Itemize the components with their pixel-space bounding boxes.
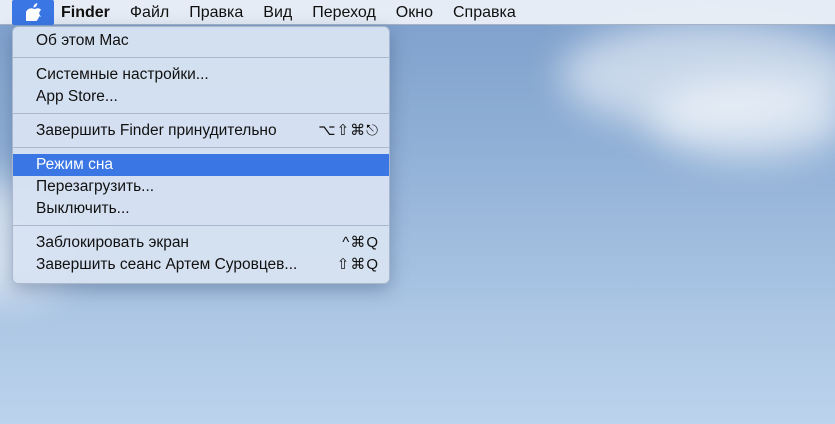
apple-logo-icon	[25, 3, 41, 21]
menu-item-label: Режим сна	[36, 156, 114, 173]
menu-item-force-quit[interactable]: Завершить Finder принудительно ⌥⇧⌘⎋	[13, 120, 389, 142]
menu-item-about-mac[interactable]: Об этом Mac	[13, 30, 389, 52]
menu-item-shortcut: ⌥⇧⌘⎋	[318, 122, 379, 139]
menu-separator	[13, 57, 389, 58]
menu-item-shortcut: ⇧⌘Q	[336, 256, 379, 273]
menu-item-restart[interactable]: Перезагрузить...	[13, 176, 389, 198]
menu-item-sleep[interactable]: Режим сна	[13, 154, 389, 176]
menubar-item-view[interactable]: Вид	[253, 0, 302, 25]
menu-item-shortcut: ^⌘Q	[342, 234, 379, 251]
menubar-item-edit[interactable]: Правка	[179, 0, 253, 25]
menu-bar: Finder Файл Правка Вид Переход Окно Спра…	[0, 0, 835, 25]
menubar-item-file[interactable]: Файл	[120, 0, 179, 25]
menu-item-label: Об этом Mac	[36, 32, 129, 49]
menu-item-log-out[interactable]: Завершить сеанс Артем Суровцев... ⇧⌘Q	[13, 254, 389, 276]
menu-item-label: Заблокировать экран	[36, 234, 189, 251]
cloud	[650, 80, 835, 160]
menu-item-label: Завершить Finder принудительно	[36, 122, 277, 139]
menu-item-system-preferences[interactable]: Системные настройки...	[13, 64, 389, 86]
menubar-app-finder[interactable]: Finder	[54, 0, 120, 25]
menu-separator	[13, 113, 389, 114]
apple-menu-dropdown: Об этом Mac Системные настройки... App S…	[12, 26, 390, 284]
menu-item-app-store[interactable]: App Store...	[13, 86, 389, 108]
menu-item-shut-down[interactable]: Выключить...	[13, 198, 389, 220]
menu-item-label: Завершить сеанс Артем Суровцев...	[36, 256, 298, 273]
menu-item-label: App Store...	[36, 88, 118, 105]
menu-item-lock-screen[interactable]: Заблокировать экран ^⌘Q	[13, 232, 389, 254]
menubar-item-window[interactable]: Окно	[386, 0, 443, 25]
menu-separator	[13, 147, 389, 148]
menu-item-label: Системные настройки...	[36, 66, 209, 83]
menubar-item-go[interactable]: Переход	[302, 0, 386, 25]
menu-item-label: Перезагрузить...	[36, 178, 155, 195]
menu-separator	[13, 225, 389, 226]
menubar-item-help[interactable]: Справка	[443, 0, 526, 25]
apple-menu-button[interactable]	[12, 0, 54, 25]
menu-item-label: Выключить...	[36, 200, 130, 217]
